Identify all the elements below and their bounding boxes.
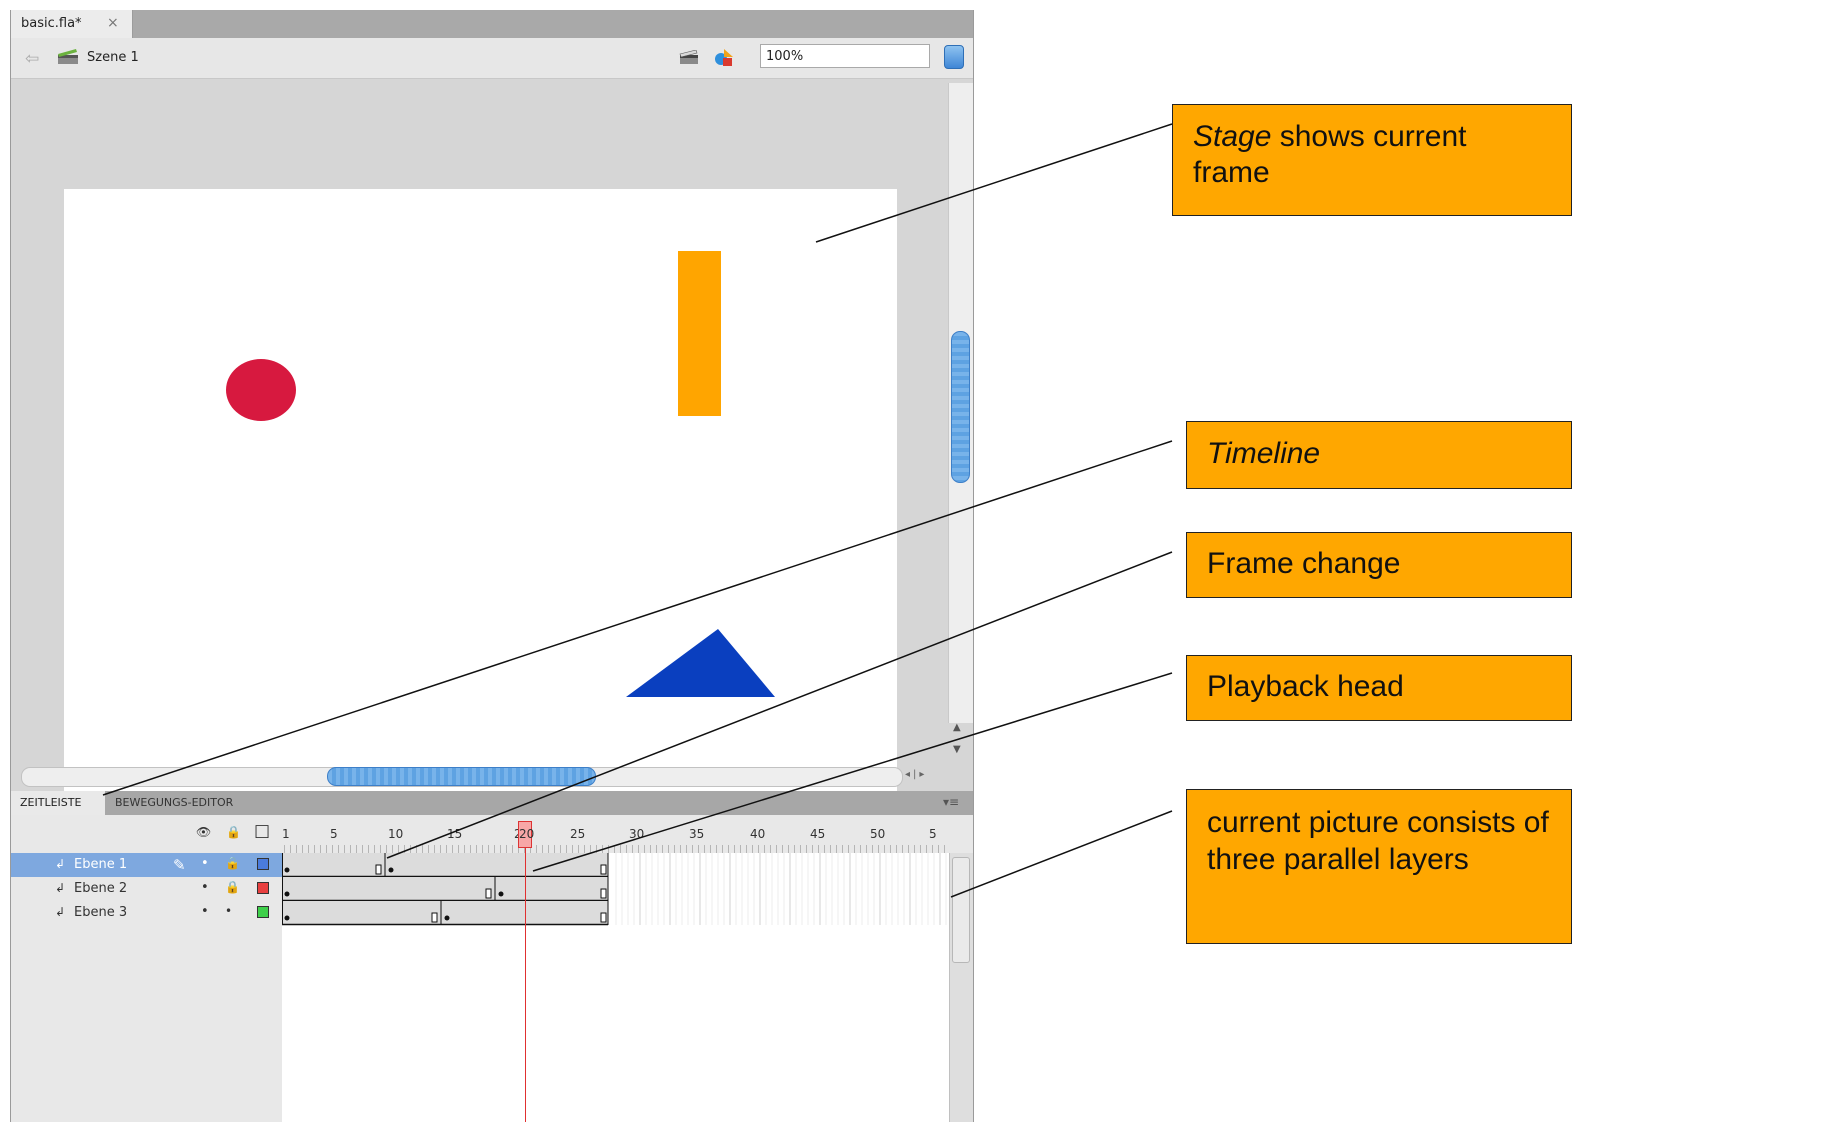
callout-timeline-em: Timeline bbox=[1207, 437, 1321, 470]
stage-connector-line bbox=[815, 123, 1173, 243]
callout-playback-head-text: Playback head bbox=[1207, 670, 1404, 703]
callout-layers: current picture consists of three parall… bbox=[1186, 789, 1572, 944]
playback-head-connector-line bbox=[532, 672, 1173, 872]
callout-frame-change-text: Frame change bbox=[1207, 547, 1401, 580]
callout-layers-text: current picture consists of three parall… bbox=[1207, 806, 1549, 876]
callout-playback-head: Playback head bbox=[1186, 655, 1572, 721]
frame-change-connector-line bbox=[386, 551, 1173, 859]
callout-stage-em: Stage bbox=[1193, 120, 1272, 153]
callout-stage: Stage shows current frame bbox=[1172, 104, 1572, 216]
layers-connector-line bbox=[950, 810, 1173, 898]
callout-frame-change: Frame change bbox=[1186, 532, 1572, 598]
callout-timeline: Timeline bbox=[1186, 421, 1572, 489]
timeline-connector-line bbox=[102, 440, 1173, 796]
